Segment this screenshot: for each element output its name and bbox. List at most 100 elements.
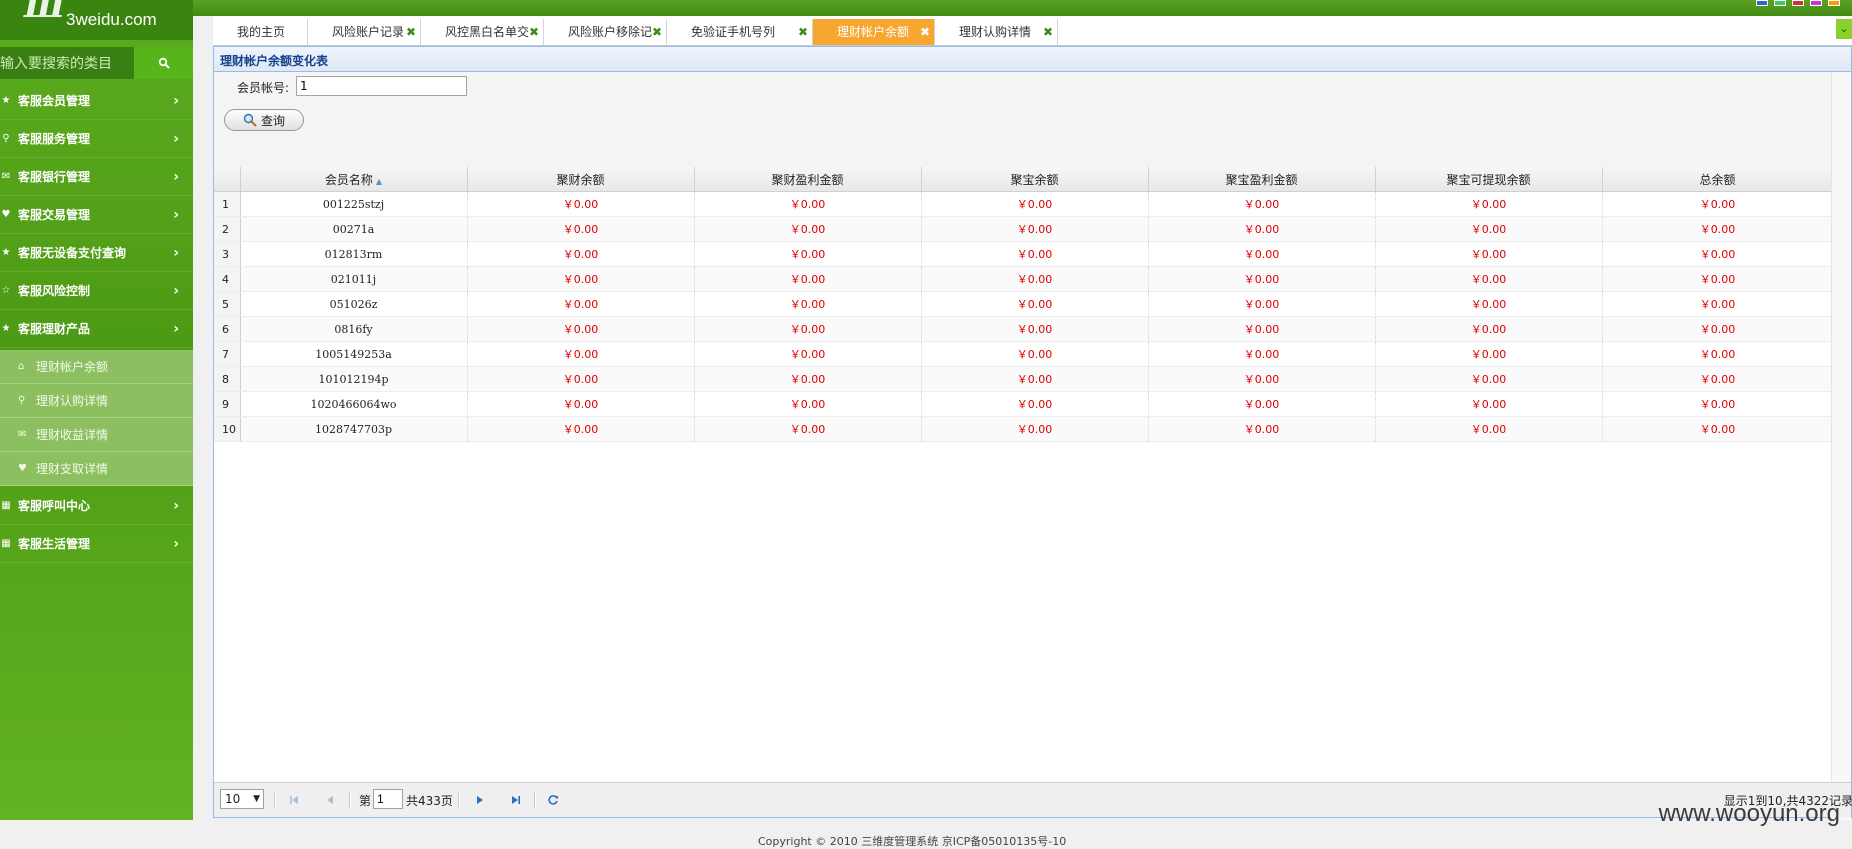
sidebar-subitem[interactable]: ⚲ 理财认购详情 [0, 384, 193, 418]
row-number: 5 [214, 291, 241, 317]
sidebar-subitem[interactable]: ✉ 理财收益详情 [0, 418, 193, 452]
balance-cell: ￥0.00 [694, 316, 922, 342]
last-page-button[interactable] [509, 793, 523, 807]
pagination-bar: 10▼ 第 共433页 显示1到10,共4322记录 [214, 782, 1852, 817]
sidebar-menu-item[interactable]: ✉ 客服银行管理 › [0, 158, 193, 196]
tab[interactable]: 风险账户记录 ✖ [308, 19, 421, 45]
table-row[interactable]: 6 0816fy ￥0.00 ￥0.00 ￥0.00 ￥0.00 ￥0.00 ￥0.00 [214, 316, 1834, 342]
balance-cell: ￥0.00 [1602, 316, 1834, 342]
balance-cell: ￥0.00 [1375, 341, 1603, 367]
balance-cell: ￥0.00 [1375, 416, 1603, 442]
theme-swatch[interactable] [1774, 0, 1786, 6]
sidebar-menu-item[interactable]: ★ 客服无设备支付查询 › [0, 234, 193, 272]
search-icon [158, 57, 170, 69]
sidebar-menu-label: 客服银行管理 [18, 170, 91, 184]
table-row[interactable]: 4 021011j ￥0.00 ￥0.00 ￥0.00 ￥0.00 ￥0.00 ￥0.00 [214, 266, 1834, 292]
table-row[interactable]: 9 1020466064wo ￥0.00 ￥0.00 ￥0.00 ￥0.00 ￥0.00 ￥0… [214, 391, 1834, 417]
balance-cell: ￥0.00 [467, 266, 695, 292]
member-name-cell: 101012194p [240, 366, 468, 392]
pager-separator [274, 791, 276, 809]
column-header[interactable]: 总余额 [1602, 167, 1834, 192]
theme-swatch[interactable] [1756, 0, 1768, 6]
sidebar-menu-item[interactable]: ☆ 客服风险控制 › [0, 272, 193, 310]
sidebar-search-input[interactable] [0, 47, 134, 79]
column-header[interactable]: 聚财盈利金额 [694, 167, 922, 192]
column-header[interactable]: 会员名称 ▲ [240, 167, 468, 192]
tab[interactable]: 免验证手机号列 ✖ [667, 19, 813, 45]
close-icon[interactable]: ✖ [798, 19, 808, 45]
tab[interactable]: 理财认购详情 ✖ [935, 19, 1058, 45]
close-icon[interactable]: ✖ [406, 19, 416, 45]
sidebar-subitem[interactable]: ♥ 理财支取详情 [0, 452, 193, 486]
refresh-button[interactable] [546, 793, 560, 807]
close-icon[interactable]: ✖ [652, 19, 662, 45]
row-number: 9 [214, 391, 241, 417]
panel-header: 理财帐户余额变化表 [214, 47, 1851, 72]
member-name-cell: 1028747703p [240, 416, 468, 442]
table-row[interactable]: 1 001225stzj ￥0.00 ￥0.00 ￥0.00 ￥0.00 ￥0.00 ￥0.0… [214, 191, 1834, 217]
table-row[interactable]: 5 051026z ￥0.00 ￥0.00 ￥0.00 ￥0.00 ￥0.00 ￥0.00 [214, 291, 1834, 317]
table-row[interactable]: 7 1005149253a ￥0.00 ￥0.00 ￥0.00 ￥0.00 ￥0.00 ￥0.… [214, 341, 1834, 367]
column-header[interactable]: 聚宝余额 [921, 167, 1149, 192]
close-icon[interactable]: ✖ [529, 19, 539, 45]
page-size-select[interactable]: 10 ▼ [220, 789, 264, 809]
balance-cell: ￥0.00 [467, 216, 695, 242]
member-account-input[interactable] [296, 76, 467, 96]
column-header[interactable]: 聚财余额 [467, 167, 695, 192]
sidebar-subitem[interactable]: ⌂ 理财帐户余额 [0, 350, 193, 384]
watermark: www.wooyun.org [1658, 800, 1840, 827]
sidebar-menu-item[interactable]: ⚲ 客服服务管理 › [0, 120, 193, 158]
tab[interactable]: 理财帐户余额 ✖ [813, 19, 935, 45]
grid-body: 1 001225stzj ￥0.00 ￥0.00 ￥0.00 ￥0.00 ￥0.00 ￥0.0… [214, 191, 1834, 442]
table-row[interactable]: 10 1028747703p ￥0.00 ￥0.00 ￥0.00 ￥0.00 ￥0.00 ￥0… [214, 416, 1834, 442]
sidebar-menu-label: 客服风险控制 [18, 284, 91, 298]
next-page-button[interactable] [473, 793, 487, 807]
grid-header: 会员名称 ▲ 聚财余额 聚财盈利金额 聚宝余额 聚宝盈利金额 聚宝可提现余额 总余额 [214, 167, 1834, 192]
table-row[interactable]: 8 101012194p ￥0.00 ￥0.00 ￥0.00 ￥0.00 ￥0.00 ￥0.0… [214, 366, 1834, 392]
tab-scroll-down-icon[interactable]: ⌄ [1836, 19, 1852, 39]
table-row[interactable]: 2 00271a ￥0.00 ￥0.00 ￥0.00 ￥0.00 ￥0.00 ￥0.00 [214, 216, 1834, 242]
sidebar-menu-item[interactable]: ★ 客服会员管理 › [0, 82, 193, 120]
page-total: 共433页 [406, 794, 453, 808]
balance-cell: ￥0.00 [921, 191, 1149, 217]
main-panel: 理财帐户余额变化表 会员帐号: 查询 会员名称▲ 聚财余额 聚财盈利金额 聚宝余额 聚宝… [213, 46, 1852, 832]
row-number: 6 [214, 316, 241, 342]
column-header[interactable]: 聚宝可提现余额 [1375, 167, 1603, 192]
tab[interactable]: 风险账户移除记 ✖ [544, 19, 667, 45]
close-icon[interactable]: ✖ [920, 19, 930, 45]
row-number: 2 [214, 216, 241, 242]
table-row[interactable]: 3 012813rm ￥0.00 ￥0.00 ￥0.00 ￥0.00 ￥0.00 ￥0.00 [214, 241, 1834, 267]
vertical-scrollbar[interactable] [1831, 72, 1851, 832]
tab[interactable]: 我的主页 [213, 19, 308, 45]
prev-page-button[interactable] [323, 793, 337, 807]
tab[interactable]: 风控黑白名单交 ✖ [421, 19, 544, 45]
theme-swatches[interactable] [1756, 0, 1840, 6]
chevron-right-icon: › [173, 497, 179, 514]
balance-cell: ￥0.00 [694, 266, 922, 292]
balance-cell: ￥0.00 [1375, 241, 1603, 267]
search-icon: ⚲ [18, 395, 26, 406]
sidebar-search-button[interactable] [134, 47, 193, 79]
column-header[interactable]: 聚宝盈利金额 [1148, 167, 1376, 192]
balance-cell: ￥0.00 [1602, 291, 1834, 317]
sidebar-menu-label: 客服服务管理 [18, 132, 91, 146]
sidebar-menu-item[interactable]: ★ 客服理财产品 › [0, 310, 193, 348]
balance-cell: ￥0.00 [1602, 366, 1834, 392]
query-button[interactable]: 查询 [224, 109, 304, 131]
sidebar: ★ 客服会员管理 › ⚲ 客服服务管理 › ✉ 客服银行管理 › ♥ 客服交易管理 › ★ 客服无设备支付… [0, 40, 193, 820]
balance-cell: ￥0.00 [1148, 266, 1376, 292]
sidebar-menu-item[interactable]: ▦ 客服呼叫中心 › [0, 487, 193, 525]
last-page-icon [512, 796, 520, 804]
theme-swatch[interactable] [1792, 0, 1804, 6]
home-icon: ⌂ [18, 361, 25, 372]
close-icon[interactable]: ✖ [1043, 19, 1053, 45]
theme-swatch[interactable] [1810, 0, 1822, 6]
balance-cell: ￥0.00 [1375, 291, 1603, 317]
sidebar-menu-item[interactable]: ▦ 客服生活管理 › [0, 525, 193, 563]
balance-cell: ￥0.00 [921, 241, 1149, 267]
theme-swatch[interactable] [1828, 0, 1840, 6]
sidebar-menu-item[interactable]: ♥ 客服交易管理 › [0, 196, 193, 234]
page-number-input[interactable] [373, 789, 403, 809]
first-page-button[interactable] [287, 793, 301, 807]
pager-separator [349, 791, 351, 809]
